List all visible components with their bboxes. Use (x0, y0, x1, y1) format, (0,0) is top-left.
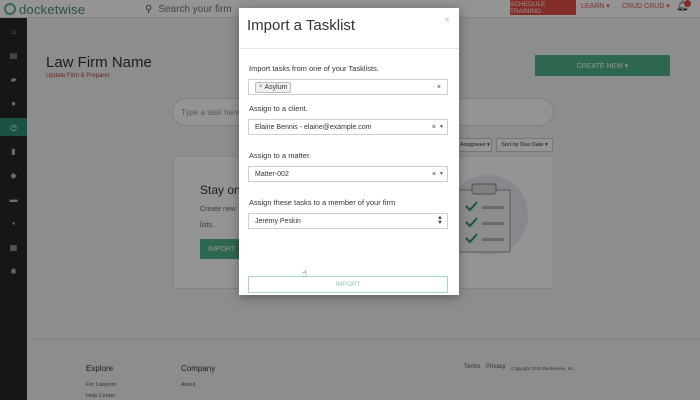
import-button[interactable]: IMPORT (248, 276, 448, 293)
updown-arrows-icon: ▲ ▼ (437, 215, 443, 226)
close-icon[interactable]: × (444, 15, 450, 26)
member-label: Assign these tasks to a member of your f… (249, 198, 396, 207)
chevron-down-icon: ▼ (439, 124, 444, 130)
client-select-value: Elaine Bennis - elaine@example.com (255, 123, 372, 131)
chevron-down-icon: ▼ (439, 171, 444, 177)
matter-label: Assign to a matter. (249, 151, 312, 160)
modal-title: Import a Tasklist (247, 17, 356, 34)
member-select[interactable]: Jeremy Peskin ▲ ▼ (248, 213, 448, 229)
remove-tag-icon[interactable]: × (259, 84, 263, 90)
tasklist-tag-label: Asylum (264, 83, 288, 91)
clear-tasklist-icon[interactable]: × (437, 84, 441, 91)
clear-matter-icon[interactable]: × (432, 171, 436, 178)
client-select[interactable]: Elaine Bennis - elaine@example.com × ▼ (248, 119, 448, 135)
modal-divider (239, 48, 459, 49)
client-label: Assign to a client. (249, 104, 308, 113)
tasklist-select[interactable]: × Asylum × (248, 79, 448, 95)
tasklist-tag: × Asylum (255, 81, 292, 93)
tasklist-label: Import tasks from one of your Tasklists. (249, 64, 379, 73)
matter-select[interactable]: Matter-002 × ▼ (248, 166, 448, 182)
hand-cursor-icon: ☝ (302, 268, 308, 278)
clear-client-icon[interactable]: × (432, 124, 436, 131)
member-select-value: Jeremy Peskin (255, 217, 301, 225)
matter-select-value: Matter-002 (255, 170, 289, 178)
import-tasklist-modal: Import a Tasklist × Import tasks from on… (239, 8, 459, 295)
